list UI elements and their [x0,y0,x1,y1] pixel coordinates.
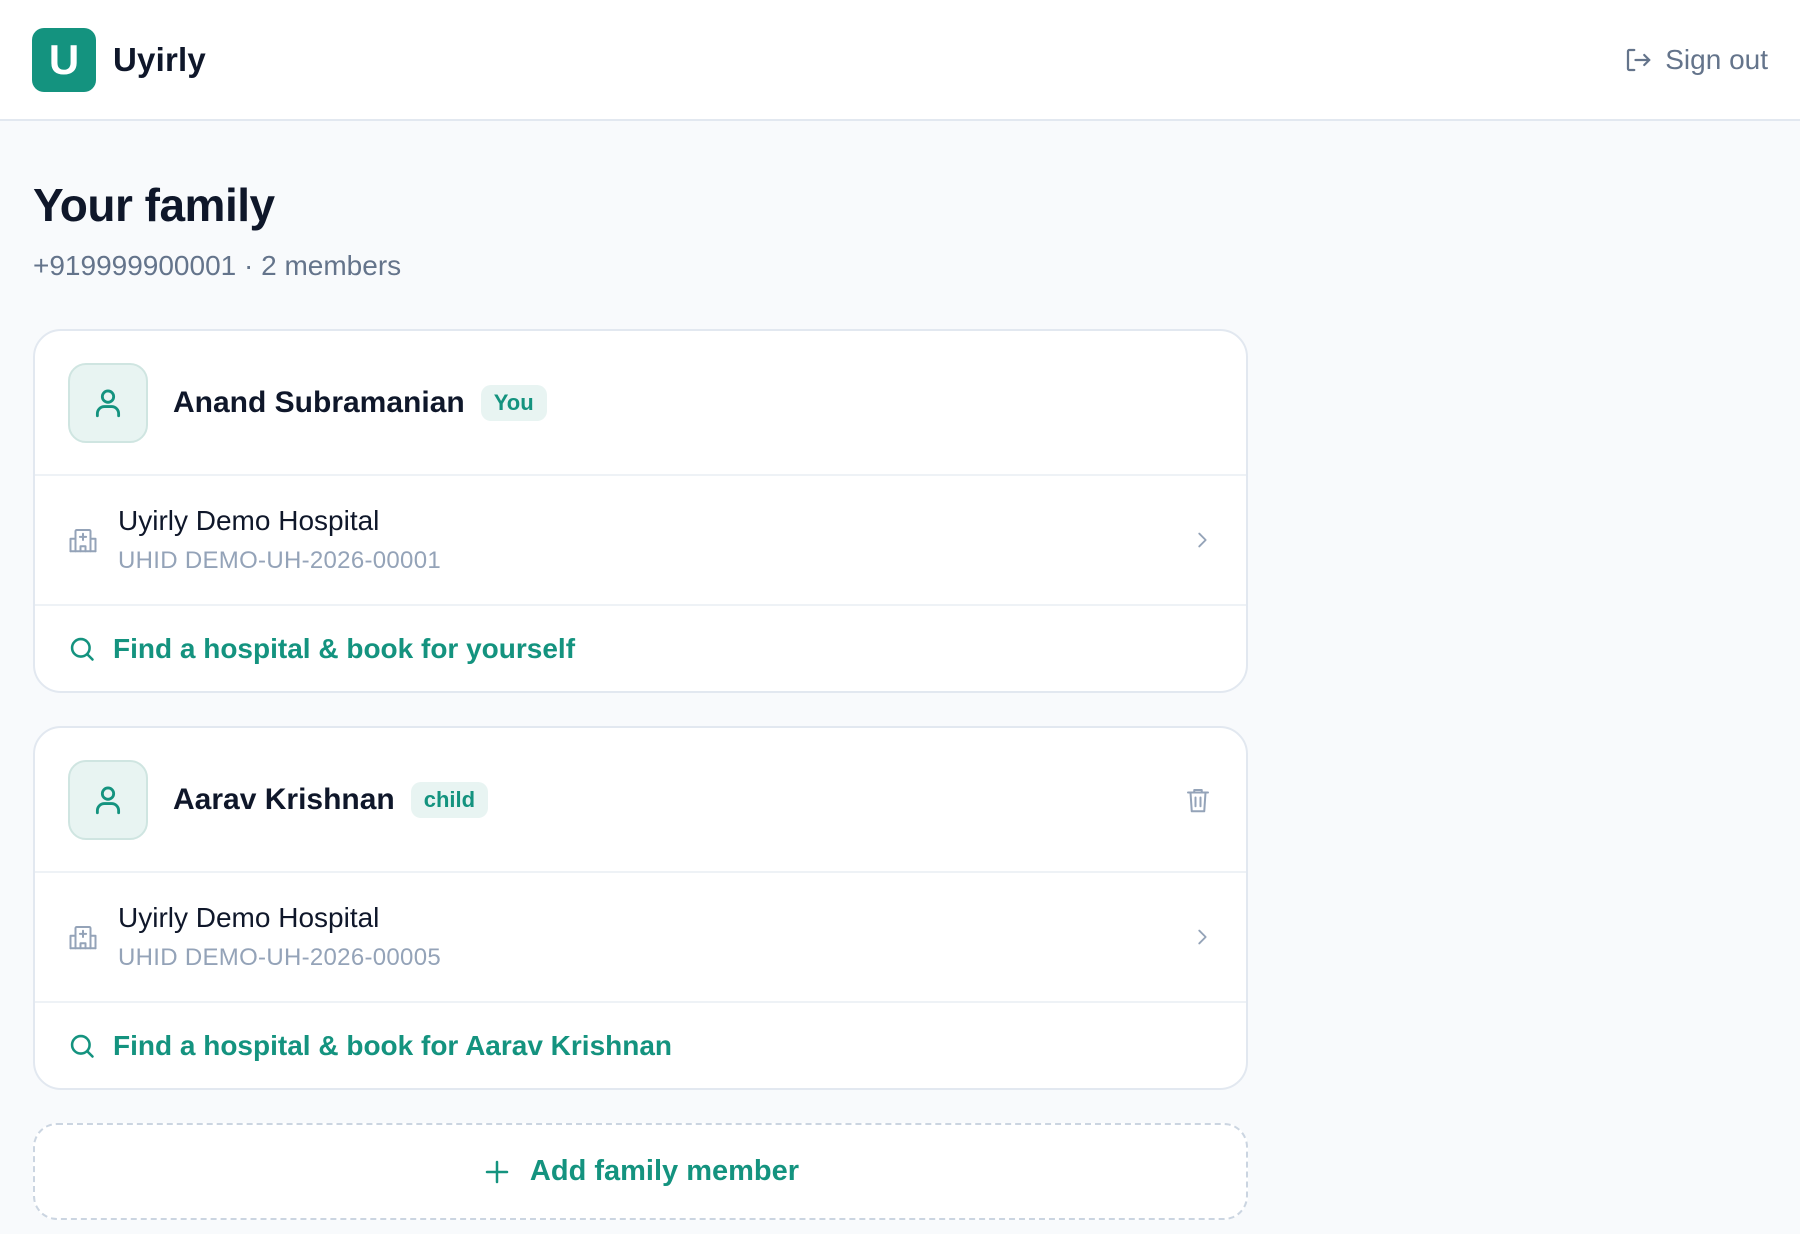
add-family-member-button[interactable]: Add family member [33,1123,1248,1220]
user-icon [95,389,121,417]
member-card: Aarav Krishnan child Uyirly Demo Hospita… [33,726,1248,1090]
member-badge: child [410,781,489,818]
chevron-right-icon [1198,532,1207,548]
member-name: Anand Subramanian [173,385,465,419]
sign-out-button[interactable]: Sign out [1623,44,1768,76]
member-badge: You [480,384,547,421]
chevron-right-icon [1198,929,1207,945]
hospital-icon [69,529,97,553]
find-hospital-link[interactable]: Find a hospital & book for yourself [35,606,1246,691]
search-icon [70,637,94,661]
page-title: Your family [33,179,275,231]
avatar [68,362,148,443]
hospital-icon [69,926,97,950]
member-name: Aarav Krishnan [173,782,395,816]
delete-member-button[interactable] [1183,784,1213,816]
add-family-member-label: Add family member [529,1155,800,1187]
page-subtitle: +919999900001 · 2 members [33,250,402,281]
find-hospital-label: Find a hospital & book for Aarav Krishna… [113,1029,673,1061]
brand[interactable]: U Uyirly [32,27,206,92]
hospital-name: Uyirly Demo Hospital [118,505,380,536]
plus-icon [485,1160,509,1183]
app-logo: U [32,27,96,92]
user-icon [95,786,121,814]
hospital-row[interactable]: Uyirly Demo Hospital UHID DEMO-UH-2026-0… [35,476,1246,606]
hospital-uhid: UHID DEMO-UH-2026-00005 [118,944,442,971]
hospital-info: Uyirly Demo Hospital UHID DEMO-UH-2026-0… [118,505,441,575]
sign-out-icon [1627,48,1651,71]
main-content: Your family +919999900001 · 2 members An… [33,121,1248,1220]
app-name: Uyirly [113,40,206,78]
hospital-name: Uyirly Demo Hospital [118,902,380,933]
hospital-row[interactable]: Uyirly Demo Hospital UHID DEMO-UH-2026-0… [35,873,1246,1003]
find-hospital-link[interactable]: Find a hospital & book for Aarav Krishna… [35,1003,1246,1088]
avatar [68,759,148,840]
member-card: Anand Subramanian You Uyirly Demo Hospit… [33,329,1248,693]
find-hospital-label: Find a hospital & book for yourself [113,632,576,664]
top-bar: U Uyirly Sign out [0,0,1800,121]
member-header: Aarav Krishnan child [35,728,1246,873]
sign-out-label: Sign out [1665,43,1768,75]
hospital-info: Uyirly Demo Hospital UHID DEMO-UH-2026-0… [118,902,441,972]
member-header: Anand Subramanian You [35,331,1246,476]
hospital-uhid: UHID DEMO-UH-2026-00001 [118,547,442,574]
search-icon [70,1034,94,1058]
